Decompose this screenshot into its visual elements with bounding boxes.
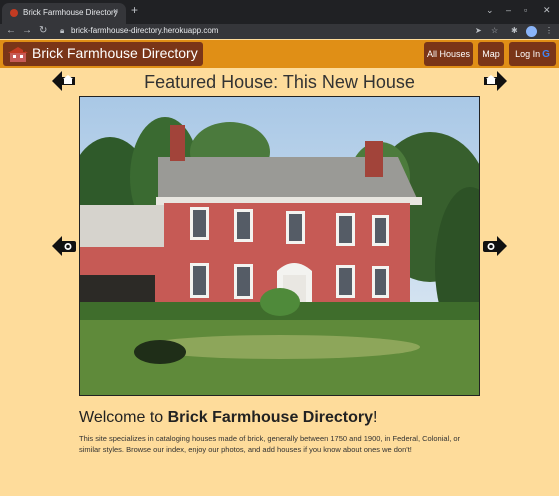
close-window-icon[interactable]: ✕: [543, 5, 551, 16]
minimize-icon[interactable]: –: [506, 5, 511, 15]
browser-tabstrip: Brick Farmhouse Directory × + ⌄ – ▫ ✕: [0, 0, 559, 24]
profile-avatar[interactable]: [526, 26, 537, 37]
featured-house-photo[interactable]: [79, 96, 480, 396]
farmhouse-logo-icon: [8, 47, 28, 62]
welcome-blurb: This site specializes in cataloging hous…: [79, 434, 461, 454]
house-right-arrow-icon[interactable]: [482, 70, 508, 92]
login-button[interactable]: Log In G: [509, 42, 556, 66]
brand-title: Brick Farmhouse Directory: [32, 45, 198, 61]
app-navbar: Brick Farmhouse Directory All Houses Map…: [0, 40, 559, 68]
new-tab-button[interactable]: +: [131, 4, 138, 16]
all-houses-button[interactable]: All Houses: [424, 42, 473, 66]
camera-left-arrow-icon[interactable]: [51, 235, 77, 257]
camera-right-arrow-icon[interactable]: [482, 235, 508, 257]
extensions-icon[interactable]: ✱: [511, 26, 518, 35]
reload-icon[interactable]: ↻: [39, 25, 47, 37]
send-icon[interactable]: ➤: [475, 26, 482, 35]
house-left-arrow-icon[interactable]: [51, 70, 77, 92]
forward-icon[interactable]: →: [22, 25, 32, 37]
browser-toolbar: ← → ↻ 🔒︎ brick-farmhouse-directory.herok…: [0, 24, 559, 39]
back-icon[interactable]: ←: [6, 25, 16, 37]
tab-title: Brick Farmhouse Directory: [23, 8, 118, 17]
google-icon: G: [542, 49, 550, 60]
brand-button[interactable]: Brick Farmhouse Directory: [3, 42, 203, 66]
map-button[interactable]: Map: [478, 42, 504, 66]
address-bar[interactable]: brick-farmhouse-directory.herokuapp.com: [71, 26, 218, 35]
tab-close-icon[interactable]: ×: [113, 6, 118, 16]
menu-icon[interactable]: ⋮: [545, 26, 553, 35]
favicon-icon: [10, 9, 18, 17]
house-photo-image: [80, 97, 479, 395]
bookmark-star-icon[interactable]: ☆: [491, 26, 498, 35]
tab-search-icon[interactable]: ⌄: [486, 5, 494, 16]
lock-icon[interactable]: 🔒︎: [60, 26, 64, 36]
maximize-icon[interactable]: ▫: [524, 5, 527, 15]
welcome-heading: Welcome to Brick Farmhouse Directory!: [79, 409, 378, 426]
map-label: Map: [482, 49, 500, 59]
all-houses-label: All Houses: [426, 49, 471, 59]
browser-tab[interactable]: Brick Farmhouse Directory ×: [2, 3, 126, 24]
login-label: Log In: [515, 49, 541, 59]
featured-title: Featured House: This New House: [144, 72, 415, 92]
